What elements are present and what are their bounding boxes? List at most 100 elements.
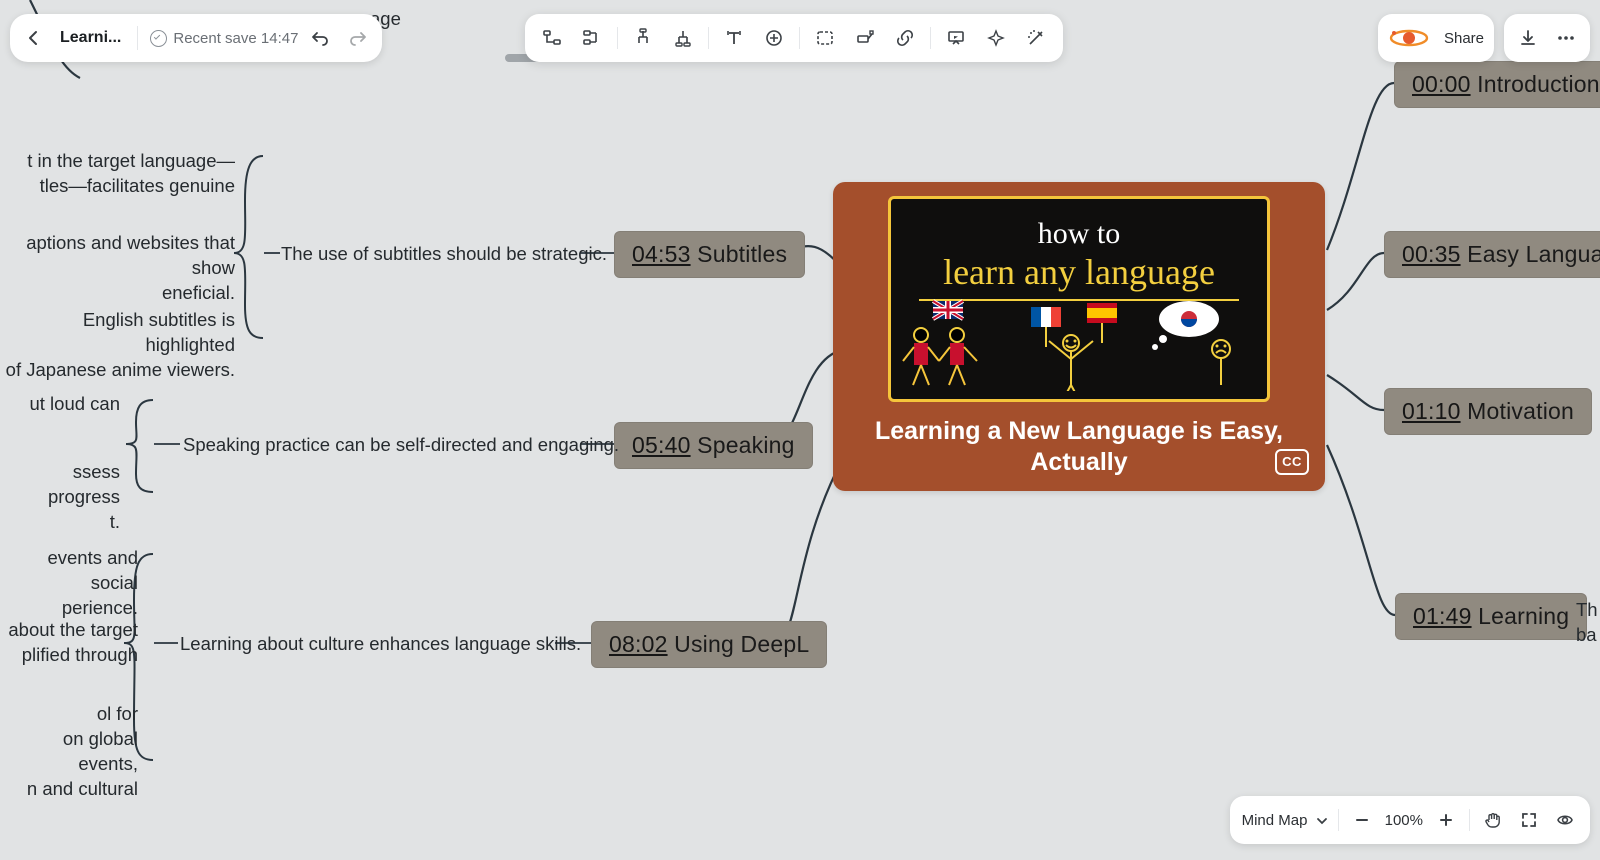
relationship-icon bbox=[633, 28, 653, 48]
node-motivation[interactable]: 01:10 Motivation bbox=[1384, 388, 1592, 435]
back-button[interactable] bbox=[18, 22, 50, 54]
child-node-icon bbox=[542, 28, 562, 48]
callout-icon bbox=[855, 28, 875, 48]
separator bbox=[1338, 809, 1339, 831]
detail-text: ut loud can bbox=[0, 392, 120, 417]
chevron-down-icon bbox=[1316, 815, 1328, 827]
undo-button[interactable] bbox=[304, 22, 336, 54]
node-label: Speaking bbox=[697, 432, 795, 458]
node-label: Easy Languages bbox=[1467, 241, 1600, 267]
magic-button[interactable] bbox=[1017, 21, 1055, 55]
detail-text: aptions and websites that showeneficial. bbox=[0, 231, 235, 306]
center-title: Learning a New Language is Easy, Actuall… bbox=[847, 416, 1311, 479]
node-label: Learning bbox=[1478, 603, 1569, 629]
separator bbox=[708, 27, 709, 49]
sparkle-icon bbox=[986, 28, 1006, 48]
node-label: Motivation bbox=[1467, 398, 1574, 424]
check-circle-icon bbox=[150, 30, 167, 47]
detail-text: ol foron global events,n and cultural bbox=[0, 702, 138, 802]
hand-tool-button[interactable] bbox=[1480, 807, 1506, 833]
zoom-out-button[interactable] bbox=[1349, 807, 1375, 833]
text-button[interactable] bbox=[715, 21, 753, 55]
callout-button[interactable] bbox=[846, 21, 884, 55]
node-subtitles[interactable]: 04:53 Subtitles bbox=[614, 231, 805, 278]
node-learning[interactable]: 01:49 Learning bbox=[1395, 593, 1587, 640]
text-icon bbox=[724, 28, 744, 48]
node-introduction[interactable]: 00:00 Introduction bbox=[1394, 61, 1600, 108]
node-timestamp: 00:00 bbox=[1412, 71, 1471, 97]
zoom-level[interactable]: 100% bbox=[1385, 812, 1423, 829]
share-button[interactable]: Share bbox=[1444, 30, 1484, 47]
editor-toolbar bbox=[525, 14, 1063, 62]
summary-subtitles[interactable]: The use of subtitles should be strategic… bbox=[281, 243, 607, 265]
detail-text: ssess progresst. bbox=[0, 460, 120, 535]
view-mode-button[interactable]: Mind Map bbox=[1242, 812, 1328, 829]
summary-button[interactable] bbox=[664, 21, 702, 55]
undo-icon bbox=[311, 29, 329, 47]
thumb-doodles bbox=[891, 295, 1267, 391]
mindmap-center-node[interactable]: how to learn any language bbox=[833, 182, 1325, 491]
node-speaking[interactable]: 05:40 Speaking bbox=[614, 422, 813, 469]
boundary-icon bbox=[815, 28, 835, 48]
brand-share-pill: Share bbox=[1378, 14, 1494, 62]
link-button[interactable] bbox=[886, 21, 924, 55]
detail-text: English subtitles is highlightedof Japan… bbox=[0, 308, 235, 383]
node-timestamp: 05:40 bbox=[632, 432, 691, 458]
summary-deepl[interactable]: Learning about culture enhances language… bbox=[180, 633, 581, 655]
fullscreen-icon bbox=[1520, 811, 1538, 829]
view-controls: Mind Map 100% bbox=[1230, 796, 1590, 844]
detail-text: t in the target language—tles—facilitate… bbox=[0, 149, 235, 199]
more-button[interactable] bbox=[1556, 28, 1576, 48]
save-status-label: Recent save 14:47 bbox=[173, 30, 298, 47]
present-button[interactable] bbox=[937, 21, 975, 55]
sibling-node-icon bbox=[582, 28, 602, 48]
eye-icon bbox=[1556, 811, 1574, 829]
center-thumbnail: how to learn any language bbox=[888, 196, 1270, 402]
node-easy-languages[interactable]: 00:35 Easy Languages bbox=[1384, 231, 1600, 278]
detail-text: about the targetplified through bbox=[0, 618, 138, 668]
detail-text: events and socialperience. bbox=[0, 546, 138, 621]
header-right-cluster: Share bbox=[1378, 14, 1590, 62]
brand-logo-icon bbox=[1388, 27, 1430, 49]
node-timestamp: 01:49 bbox=[1413, 603, 1472, 629]
relationship-button[interactable] bbox=[624, 21, 662, 55]
plus-circle-icon bbox=[764, 28, 784, 48]
dots-icon bbox=[1556, 28, 1576, 48]
add-child-button[interactable] bbox=[533, 21, 571, 55]
separator bbox=[617, 27, 618, 49]
wand-icon bbox=[1026, 28, 1046, 48]
separator bbox=[930, 27, 931, 49]
redo-icon bbox=[349, 29, 367, 47]
separator bbox=[799, 27, 800, 49]
node-timestamp: 08:02 bbox=[609, 631, 668, 657]
presentation-icon bbox=[946, 28, 966, 48]
node-timestamp: 04:53 bbox=[632, 241, 691, 267]
download-button[interactable] bbox=[1518, 28, 1538, 48]
node-label: Subtitles bbox=[697, 241, 787, 267]
summary-icon bbox=[673, 28, 693, 48]
separator bbox=[1469, 809, 1470, 831]
ai-button[interactable] bbox=[977, 21, 1015, 55]
boundary-button[interactable] bbox=[806, 21, 844, 55]
detail-text: Thba bbox=[1576, 598, 1600, 648]
add-sibling-button[interactable] bbox=[573, 21, 611, 55]
view-mode-label: Mind Map bbox=[1242, 812, 1308, 829]
thumb-line2: learn any language bbox=[919, 251, 1239, 301]
insert-button[interactable] bbox=[755, 21, 793, 55]
zoom-in-button[interactable] bbox=[1433, 807, 1459, 833]
plus-icon bbox=[1439, 813, 1453, 827]
thumb-line1: how to bbox=[891, 217, 1267, 251]
summary-speaking[interactable]: Speaking practice can be self-directed a… bbox=[183, 434, 619, 456]
redo-button[interactable] bbox=[342, 22, 374, 54]
document-name[interactable]: Learni... bbox=[60, 29, 121, 47]
header-pill: Learni... Recent save 14:47 bbox=[10, 14, 382, 62]
focus-button[interactable] bbox=[1552, 807, 1578, 833]
chevron-left-icon bbox=[26, 30, 42, 46]
node-using-deepl[interactable]: 08:02 Using DeepL bbox=[591, 621, 827, 668]
node-label: Introduction bbox=[1477, 71, 1600, 97]
cc-icon: CC bbox=[1275, 449, 1309, 475]
minus-icon bbox=[1355, 813, 1369, 827]
node-timestamp: 01:10 bbox=[1402, 398, 1461, 424]
fit-screen-button[interactable] bbox=[1516, 807, 1542, 833]
link-icon bbox=[895, 28, 915, 48]
